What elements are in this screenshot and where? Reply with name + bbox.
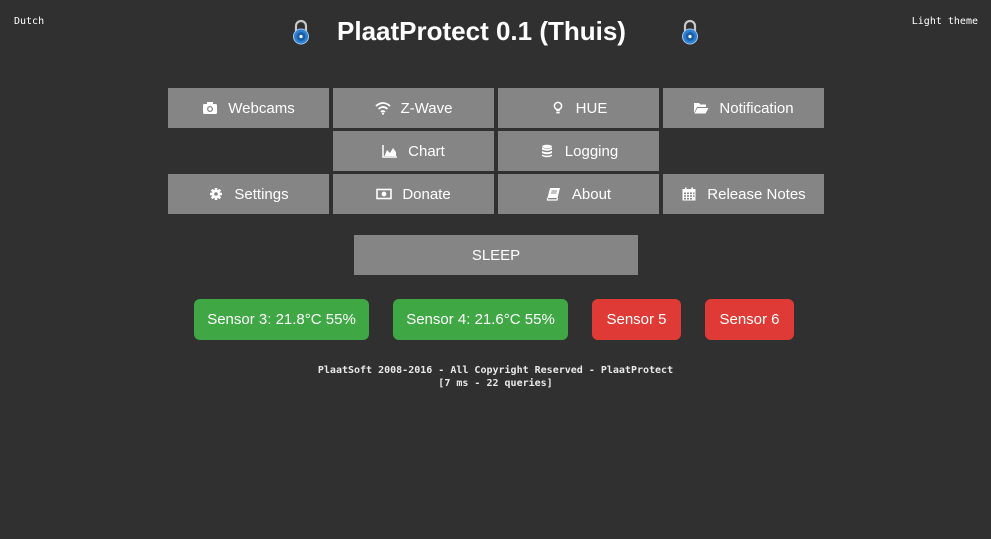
about-label: About xyxy=(571,185,612,203)
database-icon xyxy=(539,144,555,158)
release-notes-button[interactable]: Release Notes xyxy=(663,174,824,214)
render-stats: [7 ms - 22 queries] xyxy=(438,378,553,389)
logging-label: Logging xyxy=(564,142,619,160)
release-notes-label: Release Notes xyxy=(707,185,806,203)
padlock-icon xyxy=(292,19,310,45)
donate-button[interactable]: Donate xyxy=(333,174,494,214)
lightbulb-icon xyxy=(550,101,566,115)
chart-label: Chart xyxy=(408,142,445,160)
chart-button[interactable]: Chart xyxy=(333,131,494,171)
zwave-label: Z-Wave xyxy=(400,99,453,117)
copyright-text: PlaatSoft 2008-2016 - All Copyright Rese… xyxy=(317,365,674,376)
sensor-3-button[interactable]: Sensor 3: 21.8°C 55% xyxy=(194,299,369,340)
gear-icon xyxy=(208,187,224,201)
webcams-button[interactable]: Webcams xyxy=(168,88,329,128)
webcams-label: Webcams xyxy=(228,99,295,117)
folder-open-icon xyxy=(693,101,709,115)
notification-label: Notification xyxy=(719,99,794,117)
sleep-button[interactable]: SLEEP xyxy=(354,235,638,275)
donate-label: Donate xyxy=(402,185,451,203)
area-chart-icon xyxy=(382,144,398,158)
sensor-4-button[interactable]: Sensor 4: 21.6°C 55% xyxy=(393,299,568,340)
page: Dutch Light theme PlaatProtect 0.1 (Thui… xyxy=(0,0,991,539)
wifi-icon xyxy=(374,101,391,115)
sensor-6-button[interactable]: Sensor 6 xyxy=(705,299,794,340)
header: PlaatProtect 0.1 (Thuis) xyxy=(0,14,991,50)
camera-icon xyxy=(202,101,218,115)
logging-button[interactable]: Logging xyxy=(498,131,659,171)
about-button[interactable]: About xyxy=(498,174,659,214)
padlock-icon xyxy=(681,19,699,45)
footer: PlaatSoft 2008-2016 - All Copyright Rese… xyxy=(0,364,991,390)
money-icon xyxy=(376,187,393,201)
page-title: PlaatProtect 0.1 (Thuis) xyxy=(337,16,626,46)
sensor-5-button[interactable]: Sensor 5 xyxy=(592,299,681,340)
zwave-button[interactable]: Z-Wave xyxy=(333,88,494,128)
hue-button[interactable]: HUE xyxy=(498,88,659,128)
hue-label: HUE xyxy=(575,99,608,117)
settings-button[interactable]: Settings xyxy=(168,174,329,214)
notification-button[interactable]: Notification xyxy=(663,88,824,128)
book-icon xyxy=(546,187,562,201)
settings-label: Settings xyxy=(234,185,289,203)
calendar-icon xyxy=(681,187,697,201)
